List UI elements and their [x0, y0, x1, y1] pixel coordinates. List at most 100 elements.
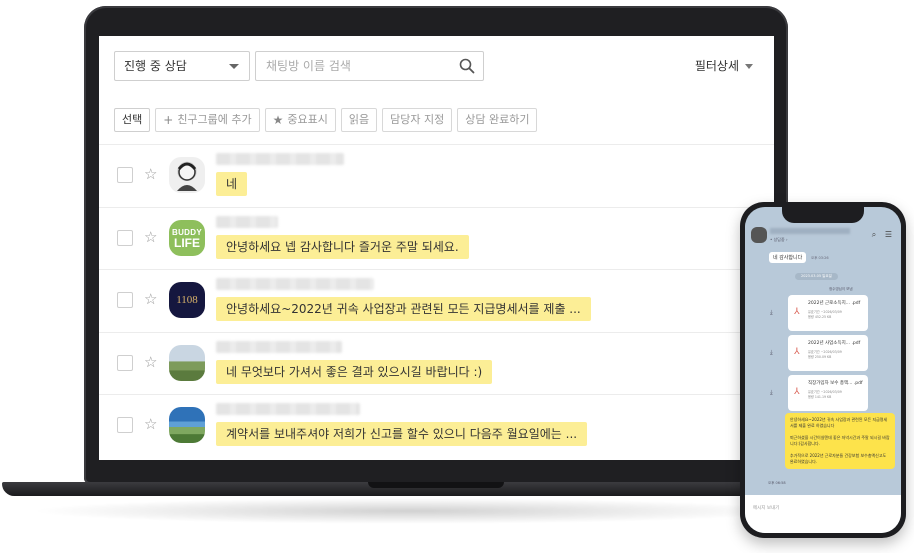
laptop-bezel [99, 460, 774, 482]
caret-down-icon [745, 64, 753, 69]
chevron-down-icon [229, 64, 239, 69]
message-input-placeholder: 메시지 보내기 [753, 506, 780, 511]
blurred-chat-name [216, 340, 342, 353]
laptop-notch [368, 482, 504, 488]
sender-note: 정수영님이 보냄 [829, 287, 853, 291]
complete-consultation-label: 상담 완료하기 [465, 113, 530, 126]
file-meta: 유효기간 ~2026/03/09 용량 452.25 KB [808, 310, 842, 320]
file-expiry: 유효기간 ~2026/03/09 [808, 310, 842, 314]
chat-row[interactable]: ☆ 1108 안녕하세요~2022년 귀속 사업장과 관련된 모든 지급명세서를… [99, 269, 774, 332]
mark-important-button[interactable]: ★ 중요표시 [264, 108, 336, 132]
last-message-bubble: 네 무엇보다 가셔서 좋은 결과 있으시길 바랍니다 :) [216, 359, 493, 384]
file-attachment[interactable]: ⅄ 2022년 근로소득지... .pdf 유효기간 ~2026/03/09 용량… [788, 295, 868, 331]
mark-read-button[interactable]: 읽음 [340, 108, 378, 132]
phone-chat-header: • 상담중 › ⌕ ☰ [745, 223, 901, 251]
chat-row[interactable]: ☆ 계약서를 보내주셔야 저희가 신고를 할수 있으니 다음주 월요일에는 ..… [99, 394, 774, 457]
chat-checkbox[interactable] [117, 167, 133, 183]
phone-screen: • 상담중 › ⌕ ☰ 네 감사합니다 오후 03:26 2023.03.05 … [745, 207, 901, 533]
add-to-friend-group-button[interactable]: + 친구그룹에 추가 [155, 108, 260, 132]
select-button[interactable]: 선택 [114, 108, 151, 132]
outgoing-paragraph: 퇴근하셨을 시간이실텐데 좋은 저녁시간과 주말 되시길 바랍니다:)감사합니다… [790, 435, 890, 446]
file-meta: 유효기간 ~2026/03/09 용량 250.09 KB [808, 350, 842, 360]
chat-list: ☆ 네 ☆ BUDDY LIFE 안녕하세요 넵 감사합니다 즐거운 주말 되세… [99, 144, 774, 457]
file-size: 용량 250.09 KB [808, 355, 832, 359]
mark-important-label: 중요표시 [287, 113, 328, 126]
message-input-area[interactable]: 메시지 보내기 [745, 495, 901, 533]
star-icon: ★ [272, 113, 284, 127]
search-box [255, 51, 484, 81]
star-outline-icon[interactable]: ☆ [144, 164, 157, 184]
last-message-bubble: 안녕하세요~2022년 귀속 사업장과 관련된 모든 지급명세서를 제출 ... [216, 297, 591, 321]
chat-checkbox[interactable] [117, 292, 133, 308]
star-outline-icon[interactable]: ☆ [144, 289, 157, 309]
avatar-logo-text-bottom: LIFE [174, 235, 200, 250]
file-size: 용량 452.25 KB [808, 315, 832, 319]
star-outline-icon[interactable]: ☆ [144, 414, 157, 434]
status-select[interactable]: 진행 중 상담 [114, 51, 250, 81]
outgoing-paragraph: 안녕하세요~2022년 귀속 사업장과 관련된 모든 지급명세서를 제출 완료 … [790, 417, 888, 428]
file-meta: 유효기간 ~2026/03/09 용량 141.19 KB [808, 390, 842, 400]
laptop-shadow [30, 498, 790, 524]
file-attachment[interactable]: ⅄ 직장가입자 보수 총액... .pdf 유효기간 ~2026/03/09 용량… [788, 375, 868, 411]
buddy-life-avatar: BUDDY LIFE [169, 219, 205, 256]
header-icons[interactable]: ⌕ ☰ [872, 230, 895, 240]
mark-read-label: 읽음 [348, 113, 370, 126]
complete-consultation-button[interactable]: 상담 완료하기 [457, 108, 538, 132]
sea-photo-avatar [169, 407, 205, 443]
blurred-chat-name [770, 228, 850, 234]
assign-manager-label: 담당자 지정 [390, 113, 445, 126]
blurred-chat-name [216, 153, 344, 165]
last-message-bubble: 안녕하세요 넵 감사합니다 즐거운 주말 되세요. [216, 234, 469, 259]
phone-notch [782, 207, 864, 223]
chat-row[interactable]: ☆ 네 무엇보다 가셔서 좋은 결과 있으시길 바랍니다 :) [99, 331, 774, 395]
search-input[interactable] [256, 52, 452, 80]
blurred-chat-name [216, 278, 374, 290]
assign-manager-button[interactable]: 담당자 지정 [382, 108, 453, 132]
file-expiry: 유효기간 ~2026/03/09 [808, 350, 842, 354]
pdf-icon: ⅄ [794, 347, 800, 357]
download-icon[interactable]: ⤓ [770, 309, 773, 317]
filter-detail-button[interactable]: 필터상세 [695, 51, 753, 81]
chat-checkbox[interactable] [117, 354, 133, 371]
star-outline-icon[interactable]: ☆ [144, 227, 157, 247]
incoming-message-bubble: 네 감사합니다 [769, 252, 807, 263]
incoming-time: 오후 03:26 [811, 256, 829, 260]
field-photo-avatar [169, 344, 205, 381]
status-select-value: 진행 중 상담 [124, 59, 187, 73]
file-name: 직장가입자 보수 총액... .pdf [808, 381, 863, 386]
file-name: 2022년 사업소득지... .pdf [808, 341, 861, 346]
chat-checkbox[interactable] [117, 229, 133, 246]
download-icon[interactable]: ⤓ [770, 389, 773, 397]
chat-row[interactable]: ☆ BUDDY LIFE 안녕하세요 넵 감사합니다 즐거운 주말 되세요. [99, 206, 774, 270]
search-icon[interactable] [459, 58, 475, 74]
select-button-label: 선택 [122, 113, 143, 126]
consultation-status: • 상담중 › [770, 237, 788, 242]
filter-detail-label: 필터상세 [694, 59, 739, 73]
last-message-bubble: 네 [216, 172, 248, 196]
action-bar: 선택 + 친구그룹에 추가 ★ 중요표시 읽음 담당자 지정 상담 완료하기 [114, 108, 538, 132]
download-icon[interactable]: ⤓ [770, 349, 773, 357]
chat-row[interactable]: ☆ 네 [99, 144, 774, 207]
top-toolbar: 진행 중 상담 필터상세 [114, 51, 759, 81]
blurred-chat-name [216, 215, 278, 228]
logo-avatar: 1108 [169, 282, 205, 318]
date-divider: 2023.03.05 일요일 [795, 273, 838, 280]
avatar [751, 227, 767, 243]
add-to-friend-group-label: 친구그룹에 추가 [177, 113, 252, 126]
chat-checkbox[interactable] [117, 417, 133, 433]
outgoing-message-bubble: 안녕하세요~2022년 귀속 사업장과 관련된 모든 지급명세서를 제출 완료 … [785, 413, 895, 469]
plus-icon: + [163, 113, 174, 127]
face-illustration-icon [177, 162, 197, 191]
last-message-bubble: 계약서를 보내주셔야 저희가 신고를 할수 있으니 다음주 월요일에는 ... [216, 422, 588, 446]
pdf-icon: ⅄ [794, 307, 800, 317]
file-attachment[interactable]: ⅄ 2022년 사업소득지... .pdf 유효기간 ~2026/03/09 용량… [788, 335, 868, 371]
star-outline-icon[interactable]: ☆ [144, 352, 157, 372]
file-expiry: 유효기간 ~2026/03/09 [808, 390, 842, 394]
file-name: 2022년 근로소득지... .pdf [808, 301, 861, 306]
outgoing-paragraph: 추가적으로 2022년 근로자분들 건강보험 보수총액신고도 완료하였습니다. [790, 453, 887, 464]
profile-photo-avatar [169, 157, 205, 193]
pdf-icon: ⅄ [794, 387, 800, 397]
outgoing-time: 오후 06:58 [768, 481, 786, 485]
laptop-screen: 진행 중 상담 필터상세 선택 + 친구그룹에 추가 ★ 중요표시 읽음 [99, 36, 774, 460]
file-size: 용량 141.19 KB [808, 395, 832, 399]
